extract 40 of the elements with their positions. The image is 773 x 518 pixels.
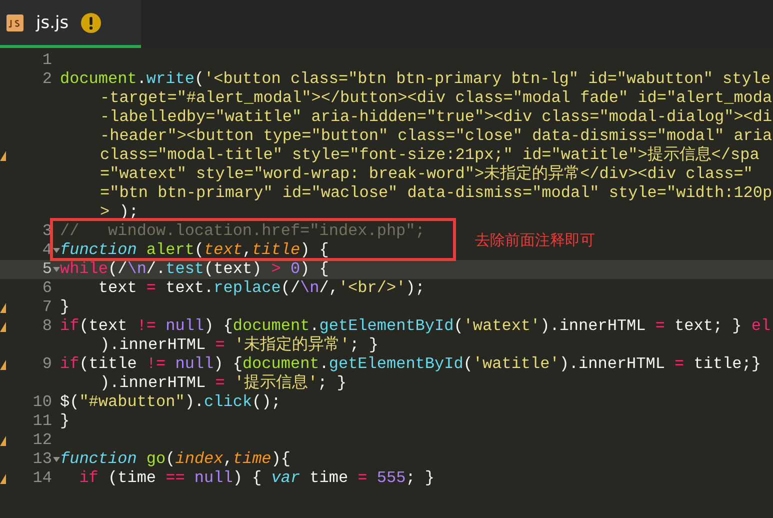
js-file-icon bbox=[6, 14, 24, 32]
line-number: 13 bbox=[32, 450, 52, 469]
code-line: document.write('<button class="btn btn-primary btn-lg" id="wabutton" style bbox=[60, 70, 771, 88]
code-line: if(title != null) {document.getElementById('watitle').innerHTML = title;} bbox=[60, 355, 761, 373]
code-line: -header"><button type="button" class="close" data-dismiss="modal" aria bbox=[100, 127, 772, 145]
code-line: } bbox=[60, 412, 70, 430]
code-line: ).innerHTML = '提示信息'; } bbox=[100, 374, 346, 392]
line-number: 2 bbox=[42, 70, 52, 89]
fold-arrow-icon[interactable] bbox=[53, 457, 60, 462]
line-number: 14 bbox=[32, 469, 52, 488]
line-number: 8 bbox=[42, 317, 52, 336]
code-line: ="btn btn-primary" id="waclose" data-dismiss="modal" style="width:120p bbox=[100, 184, 772, 202]
line-number: 11 bbox=[32, 412, 52, 431]
file-tab[interactable]: js.js bbox=[0, 0, 141, 48]
code-line: text = text.replace(/\n/,'<br/>'); bbox=[97, 279, 425, 297]
annotation-note: 去除前面注释即可 bbox=[475, 231, 595, 250]
line-number: 4 bbox=[42, 241, 52, 260]
code-line: if(text != null) {document.getElementById('watext').innerHTML = text; } el bbox=[60, 317, 771, 335]
line-number: 10 bbox=[32, 393, 52, 412]
code-line: ).innerHTML = '未指定的异常'; } bbox=[100, 336, 378, 354]
code-line: $("#wabutton").click(); bbox=[60, 393, 281, 411]
fold-arrow-icon[interactable] bbox=[53, 248, 60, 253]
tab-title: js.js bbox=[36, 12, 69, 32]
line-number: 7 bbox=[42, 298, 52, 317]
fold-arrow-icon[interactable] bbox=[53, 267, 60, 272]
line-number: 5 bbox=[42, 260, 52, 279]
code-line: -labelledby="watitle" aria-hidden="true"><div class="modal-dialog"><di bbox=[100, 108, 772, 126]
code-line: -target="#alert_modal"></button><div class="modal fade" id="alert_moda bbox=[100, 89, 772, 107]
line-number: 1 bbox=[42, 51, 52, 70]
code-line: ="watext" style="word-wrap: break-word">未指定的异常</div><div class=" bbox=[100, 165, 753, 183]
code-line: function alert(text,title) { bbox=[60, 241, 329, 259]
line-number: 9 bbox=[42, 355, 52, 374]
line-number: 6 bbox=[42, 279, 52, 298]
code-line: function go(index,time){ bbox=[60, 450, 290, 468]
code-line: class="modal-title" style="font-size:21px;" id="watitle">提示信息</spa bbox=[100, 146, 760, 164]
code-line: if (time == null) { var time = 555; } bbox=[78, 469, 434, 487]
code-line: // window.location.href="index.php"; bbox=[60, 222, 425, 240]
line-number: 12 bbox=[32, 431, 52, 450]
code-line: while(/\n/.test(text) > 0) { bbox=[60, 260, 329, 278]
code-line: } bbox=[60, 298, 70, 316]
